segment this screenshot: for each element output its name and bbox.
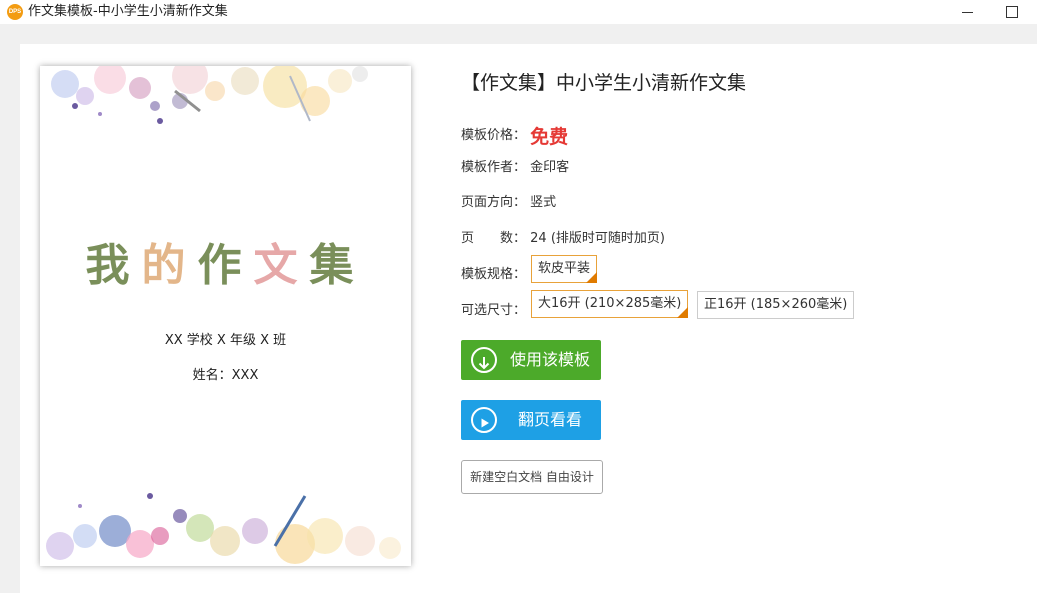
direction-value: 竖式 bbox=[530, 195, 557, 210]
app-icon: DPS bbox=[7, 4, 23, 20]
floral-top-decoration bbox=[51, 66, 368, 124]
pages-label-2: 数： bbox=[500, 231, 527, 246]
cover-title: 我的作文集 bbox=[40, 229, 411, 293]
cover-title-char: 我 bbox=[85, 240, 142, 291]
title-bar: DPS 作文集模板-中小学生小清新作文集 bbox=[0, 0, 1037, 24]
pages-row: 页 数： 24 (排版时可随时加页) bbox=[461, 227, 665, 246]
cover-title-char: 集 bbox=[309, 240, 366, 291]
direction-label: 页面方向： bbox=[461, 195, 527, 210]
maximize-button[interactable] bbox=[992, 0, 1032, 24]
download-icon bbox=[471, 347, 497, 373]
template-cover-preview[interactable]: 我的作文集 XX 学校 X 年级 X 班 姓名：XXX bbox=[40, 66, 411, 566]
size-option-standard16[interactable]: 正16开 (185×260毫米) bbox=[697, 291, 855, 319]
spec-label: 模板规格： bbox=[461, 267, 527, 282]
new-blank-document-button[interactable]: 新建空白文档 自由设计 bbox=[461, 460, 603, 494]
spec-option-softcover[interactable]: 软皮平装 bbox=[531, 255, 598, 285]
use-template-button[interactable]: 使用该模板 bbox=[461, 340, 601, 380]
price-value: 免费 bbox=[530, 126, 569, 148]
cover-title-char: 作 bbox=[197, 240, 254, 291]
author-value: 金印客 bbox=[530, 160, 570, 175]
pages-label-1: 页 bbox=[461, 231, 475, 246]
floral-bottom-decoration bbox=[46, 493, 401, 564]
price-label: 模板价格： bbox=[461, 128, 527, 143]
cover-title-char: 文 bbox=[253, 240, 310, 291]
minimize-button[interactable] bbox=[948, 0, 988, 24]
size-label: 可选尺寸： bbox=[461, 303, 527, 318]
flip-view-button[interactable]: 翻页看看 bbox=[461, 400, 601, 440]
author-row: 模板作者： 金印客 bbox=[461, 156, 569, 175]
play-icon bbox=[471, 407, 497, 433]
cover-school-line: XX 学校 X 年级 X 班 bbox=[164, 333, 287, 348]
flip-view-label: 翻页看看 bbox=[518, 410, 583, 429]
author-label: 模板作者： bbox=[461, 160, 527, 175]
window-title: 作文集模板-中小学生小清新作文集 bbox=[28, 4, 228, 19]
pages-value: 24 (排版时可随时加页) bbox=[530, 231, 665, 246]
template-detail-panel: 我的作文集 XX 学校 X 年级 X 班 姓名：XXX 【作文集】中小学生小清新… bbox=[20, 44, 1037, 593]
price-row: 模板价格： 免费 bbox=[461, 122, 568, 149]
template-title: 【作文集】中小学生小清新作文集 bbox=[461, 72, 747, 94]
cover-title-char: 的 bbox=[141, 240, 198, 291]
size-option-large16[interactable]: 大16开 (210×285毫米) bbox=[531, 290, 689, 320]
direction-row: 页面方向： 竖式 bbox=[461, 191, 556, 210]
use-template-label: 使用该模板 bbox=[510, 350, 591, 369]
cover-name-line: 姓名：XXX bbox=[192, 368, 259, 383]
